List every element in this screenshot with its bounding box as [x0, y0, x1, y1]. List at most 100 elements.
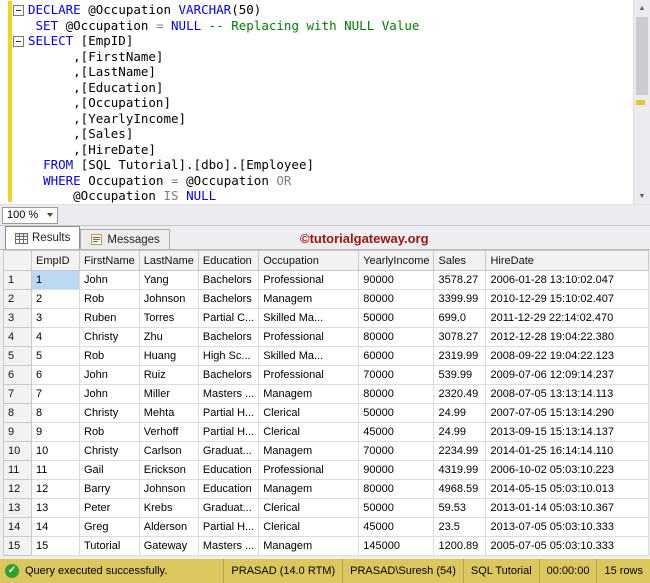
grid-cell[interactable]: Masters ...: [197, 536, 260, 556]
row-number-cell[interactable]: 13: [3, 498, 32, 518]
grid-cell[interactable]: Ruben: [79, 308, 140, 328]
grid-cell[interactable]: Bachelors: [197, 365, 260, 385]
column-header[interactable]: Occupation: [258, 250, 360, 271]
grid-cell[interactable]: 70000: [358, 365, 435, 385]
grid-cell[interactable]: 24.99: [433, 403, 487, 423]
collapse-region-icon[interactable]: [13, 36, 24, 47]
zoom-level-dropdown[interactable]: 100 %: [2, 206, 58, 224]
grid-cell[interactable]: Partial C...: [197, 308, 260, 328]
row-number-header[interactable]: [3, 250, 32, 271]
grid-cell[interactable]: Ruiz: [138, 365, 199, 385]
grid-cell[interactable]: 13: [31, 498, 80, 518]
row-number-cell[interactable]: 3: [3, 308, 32, 328]
row-number-cell[interactable]: 14: [3, 517, 32, 537]
grid-cell[interactable]: 70000: [358, 441, 435, 461]
grid-cell[interactable]: 2234.99: [433, 441, 487, 461]
grid-cell[interactable]: Mehta: [138, 403, 199, 423]
grid-cell[interactable]: 14: [31, 517, 80, 537]
grid-cell[interactable]: 50000: [358, 308, 435, 328]
grid-cell[interactable]: Peter: [79, 498, 140, 518]
grid-cell[interactable]: 60000: [358, 346, 435, 366]
grid-cell[interactable]: 2014-05-15 05:03:10.013: [485, 479, 650, 499]
grid-cell[interactable]: 2011-12-29 22:14:02.470: [485, 308, 650, 328]
grid-cell[interactable]: 59.53: [433, 498, 487, 518]
code-line[interactable]: @Occupation IS NULL: [0, 188, 632, 204]
grid-cell[interactable]: Clerical: [258, 403, 360, 423]
grid-cell[interactable]: 10: [31, 441, 80, 461]
code-line[interactable]: ,[HireDate]: [0, 142, 632, 158]
grid-cell[interactable]: Alderson: [138, 517, 199, 537]
grid-cell[interactable]: High Sc...: [197, 346, 260, 366]
code-line[interactable]: WHERE Occupation = @Occupation OR: [0, 173, 632, 189]
grid-cell[interactable]: 2320.49: [433, 384, 487, 404]
grid-cell[interactable]: Skilled Ma...: [258, 308, 360, 328]
grid-cell[interactable]: 3399.99: [433, 289, 487, 309]
row-number-cell[interactable]: 9: [3, 422, 32, 442]
grid-cell[interactable]: 3578.27: [433, 270, 487, 290]
grid-cell[interactable]: Rob: [79, 289, 140, 309]
column-header[interactable]: FirstName: [79, 250, 140, 271]
grid-cell[interactable]: 45000: [358, 517, 435, 537]
grid-cell[interactable]: Managem: [258, 479, 360, 499]
results-table[interactable]: EmpID FirstName LastName Education Occupatio…: [3, 250, 650, 556]
grid-cell[interactable]: Rob: [79, 422, 140, 442]
grid-cell[interactable]: Graduat...: [197, 441, 260, 461]
grid-cell[interactable]: Zhu: [138, 327, 199, 347]
row-number-cell[interactable]: 1: [3, 270, 32, 290]
scroll-up-icon[interactable]: [634, 0, 650, 16]
row-number-cell[interactable]: 2: [3, 289, 32, 309]
tab-messages[interactable]: Messages: [80, 229, 170, 249]
grid-cell[interactable]: 4968.59: [433, 479, 487, 499]
grid-cell[interactable]: Yang: [138, 270, 199, 290]
grid-cell[interactable]: 7: [31, 384, 80, 404]
grid-cell[interactable]: Masters ...: [197, 384, 260, 404]
grid-cell[interactable]: 2006-01-28 13:10:02.047: [485, 270, 650, 290]
code-line[interactable]: ,[Education]: [0, 80, 632, 96]
grid-cell[interactable]: Managem: [258, 289, 360, 309]
grid-cell[interactable]: 4: [31, 327, 80, 347]
row-number-cell[interactable]: 15: [3, 536, 32, 556]
scroll-down-icon[interactable]: [634, 188, 650, 204]
grid-cell[interactable]: Miller: [138, 384, 199, 404]
code-line[interactable]: ,[LastName]: [0, 64, 632, 80]
code-line[interactable]: ,[Occupation]: [0, 95, 632, 111]
grid-cell[interactable]: Gail: [79, 460, 140, 480]
grid-cell[interactable]: 12: [31, 479, 80, 499]
grid-cell[interactable]: Professional: [258, 460, 360, 480]
grid-cell[interactable]: Clerical: [258, 422, 360, 442]
grid-cell[interactable]: Christy: [79, 441, 140, 461]
row-number-cell[interactable]: 7: [3, 384, 32, 404]
grid-cell[interactable]: Greg: [79, 517, 140, 537]
grid-cell[interactable]: 24.99: [433, 422, 487, 442]
grid-cell[interactable]: Rob: [79, 346, 140, 366]
grid-cell[interactable]: Torres: [138, 308, 199, 328]
editor-horizontal-scrollbar[interactable]: [58, 205, 650, 225]
code-line[interactable]: SELECT [EmpID]: [0, 33, 632, 49]
grid-cell[interactable]: 80000: [358, 289, 435, 309]
code-line[interactable]: FROM [SQL Tutorial].[dbo].[Employee]: [0, 157, 632, 173]
sql-editor[interactable]: DECLARE @Occupation VARCHAR(50) SET @Occ…: [0, 0, 650, 204]
grid-cell[interactable]: 2014-01-25 16:14:14.110: [485, 441, 650, 461]
row-number-cell[interactable]: 6: [3, 365, 32, 385]
grid-cell[interactable]: 699.0: [433, 308, 487, 328]
grid-cell[interactable]: Clerical: [258, 498, 360, 518]
grid-cell[interactable]: Managem: [258, 384, 360, 404]
grid-cell[interactable]: Clerical: [258, 517, 360, 537]
grid-cell[interactable]: 1: [31, 270, 80, 290]
grid-cell[interactable]: Verhoff: [138, 422, 199, 442]
grid-cell[interactable]: 145000: [358, 536, 435, 556]
grid-cell[interactable]: 2009-07-06 12:09:14.237: [485, 365, 650, 385]
column-header[interactable]: HireDate: [485, 250, 650, 271]
column-header[interactable]: EmpID: [31, 250, 80, 271]
grid-cell[interactable]: Skilled Ma...: [258, 346, 360, 366]
grid-cell[interactable]: 2010-12-29 15:10:02.407: [485, 289, 650, 309]
row-number-cell[interactable]: 8: [3, 403, 32, 423]
grid-cell[interactable]: 2008-07-05 13:13:14.113: [485, 384, 650, 404]
grid-cell[interactable]: 2005-07-05 05:03:10.333: [485, 536, 650, 556]
code-line[interactable]: SET @Occupation = NULL -- Replacing with…: [0, 18, 632, 34]
grid-cell[interactable]: 1200.89: [433, 536, 487, 556]
grid-cell[interactable]: Bachelors: [197, 270, 260, 290]
code-lines[interactable]: DECLARE @Occupation VARCHAR(50) SET @Occ…: [0, 2, 632, 204]
grid-cell[interactable]: Bachelors: [197, 327, 260, 347]
grid-cell[interactable]: John: [79, 270, 140, 290]
